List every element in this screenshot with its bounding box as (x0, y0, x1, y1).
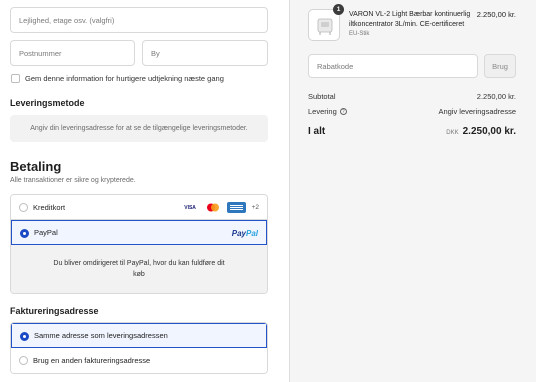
billing-different-label: Brug en anden faktureringsadresse (33, 356, 151, 365)
billing-same-radio[interactable] (20, 332, 29, 341)
total-label: I alt (308, 126, 326, 137)
visa-icon: VISA (180, 202, 200, 213)
paypal-redirect-info: Du bliver omdirigeret til PayPal, hvor d… (11, 245, 267, 293)
product-variant: EU-Stik (349, 31, 370, 37)
payment-option-paypal[interactable]: PayPal PayPal (11, 220, 267, 245)
shipping-info-text: Angiv din leveringsadresse for at se de … (30, 125, 248, 132)
apartment-placeholder: Lejlighed, etage osv. (valgfri) (19, 15, 115, 25)
payment-option-credit-card[interactable]: Kreditkort VISA +2 (11, 195, 267, 220)
postal-code-placeholder: Postnummer (19, 48, 62, 58)
payment-method-group: Kreditkort VISA +2 PayPal PayPal Du bliv… (10, 194, 268, 294)
paypal-label: PayPal (34, 228, 58, 237)
billing-address-group: Samme adresse som leveringsadressen Brug… (10, 322, 268, 374)
total-amount: DKK 2.250,00 kr. (446, 126, 516, 137)
help-icon[interactable]: ? (339, 108, 347, 115)
shipping-value: Angiv leveringsadresse (438, 107, 516, 116)
shipping-label: Levering (308, 107, 337, 116)
product-name: VARON VL-2 Light Bærbar kontinuerlig ilt… (349, 11, 471, 28)
card-logos: VISA +2 (180, 202, 259, 213)
credit-card-label: Kreditkort (33, 202, 66, 212)
paypal-radio[interactable] (20, 229, 29, 238)
save-info-label: Gem denne information for hurtigere udtj… (25, 74, 224, 83)
shipping-info-box: Angiv din leveringsadresse for at se de … (10, 115, 268, 142)
billing-different-radio[interactable] (19, 356, 28, 365)
billing-option-same[interactable]: Samme adresse som leveringsadressen (11, 323, 267, 348)
shipping-row-label: Levering ? (308, 107, 347, 116)
payment-heading: Betaling (10, 159, 62, 174)
total-value: 2.250,00 kr. (462, 126, 516, 137)
billing-heading: Faktureringsadresse (10, 306, 99, 316)
paypal-logo: PayPal (231, 229, 258, 238)
discount-code-field[interactable]: Rabatkode (308, 54, 478, 78)
billing-option-different[interactable]: Brug en anden faktureringsadresse (11, 348, 267, 373)
checkout-form: Lejlighed, etage osv. (valgfri) Postnumm… (0, 0, 289, 382)
city-placeholder: By (151, 48, 160, 58)
payment-subheading: Alle transaktioner er sikre og kryptered… (10, 177, 136, 184)
mastercard-icon (203, 202, 223, 213)
billing-same-label: Samme adresse som leveringsadressen (34, 331, 168, 340)
currency-code: DKK (446, 130, 459, 136)
quantity-badge: 1 (333, 4, 344, 15)
amex-icon (226, 202, 246, 213)
subtotal-label: Subtotal (308, 92, 336, 101)
shipping-method-heading: Leveringsmetode (10, 98, 85, 108)
apply-discount-button[interactable]: Brug (484, 54, 516, 78)
subtotal-value: 2.250,00 kr. (476, 92, 516, 101)
credit-card-radio[interactable] (19, 203, 28, 212)
product-price: 2.250,00 kr. (476, 10, 516, 19)
city-field[interactable]: By (142, 40, 268, 66)
save-info-checkbox[interactable] (11, 74, 20, 83)
postal-code-field[interactable]: Postnummer (10, 40, 135, 66)
more-cards-badge: +2 (251, 204, 259, 211)
discount-code-placeholder: Rabatkode (317, 61, 354, 71)
apartment-field[interactable]: Lejlighed, etage osv. (valgfri) (10, 7, 268, 33)
paypal-info-text: Du bliver omdirigeret til PayPal, hvor d… (53, 260, 225, 278)
